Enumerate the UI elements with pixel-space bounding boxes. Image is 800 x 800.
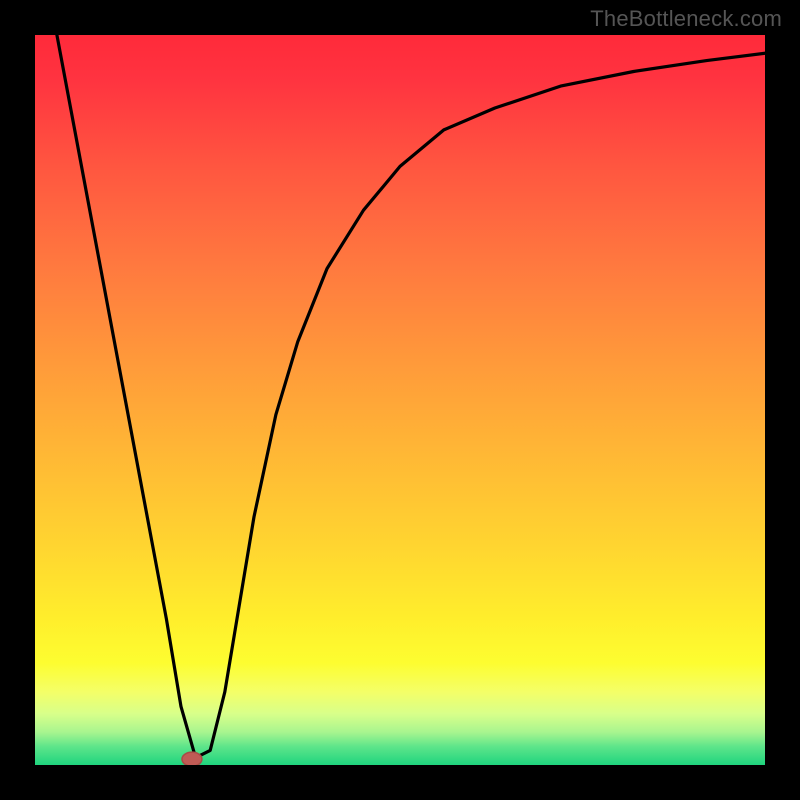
- watermark-text: TheBottleneck.com: [590, 6, 782, 32]
- plot-area: [35, 35, 765, 765]
- chart-frame: TheBottleneck.com: [0, 0, 800, 800]
